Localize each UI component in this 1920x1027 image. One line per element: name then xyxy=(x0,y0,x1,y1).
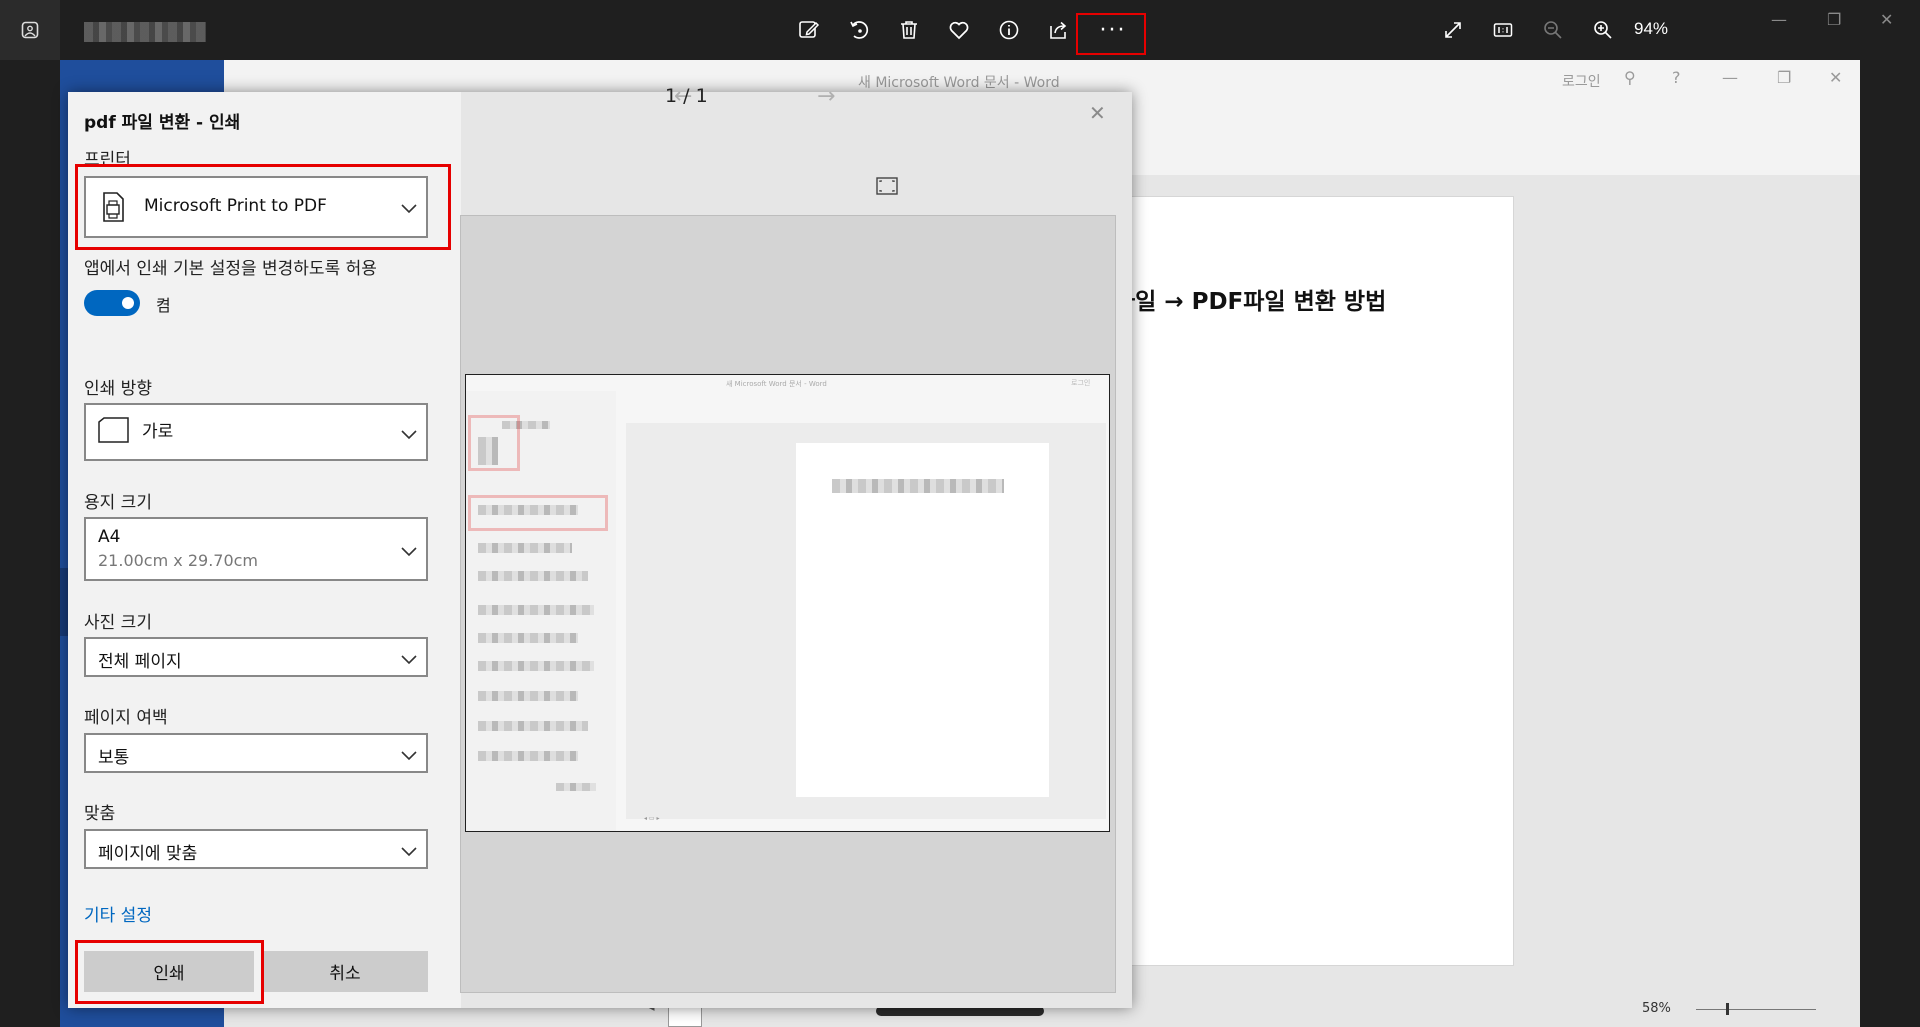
full-screen-icon[interactable] xyxy=(1437,14,1469,46)
orientation-select[interactable]: 가로 xyxy=(84,403,428,461)
preview-mini-blur xyxy=(478,605,594,615)
preview-mini-heading-blur xyxy=(832,479,1004,493)
chevron-down-icon xyxy=(401,547,417,557)
preview-page-indicator: 1 / 1 xyxy=(665,85,708,107)
delete-icon[interactable] xyxy=(893,14,925,46)
zoom-level: 94% xyxy=(1634,19,1669,38)
preview-mini-highlight xyxy=(468,495,608,531)
edit-icon[interactable] xyxy=(793,14,825,46)
word-document-heading: 파일 → PDF파일 변환 방법 xyxy=(1114,289,1387,315)
preview-next-icon[interactable]: → xyxy=(817,84,835,109)
close-icon[interactable]: ✕ xyxy=(1880,10,1893,29)
favorite-icon[interactable] xyxy=(943,14,975,46)
preview-mini-highlight xyxy=(468,415,520,471)
word-login-link[interactable]: 로그인 xyxy=(1562,71,1601,91)
zoom-in-icon[interactable] xyxy=(1587,14,1619,46)
allow-settings-toggle[interactable] xyxy=(84,290,140,316)
preview-mini-blur xyxy=(478,633,578,643)
orientation-value: 가로 xyxy=(142,422,174,442)
allow-settings-label: 앱에서 인쇄 기본 설정을 변경하도록 허용 xyxy=(84,259,377,279)
word-restore-icon[interactable]: ❐ xyxy=(1777,68,1791,87)
preview-mini-blur xyxy=(478,691,578,701)
orientation-label: 인쇄 방향 xyxy=(84,379,152,399)
paper-size-dims: 21.00cm x 29.70cm xyxy=(98,551,259,570)
photo-size-select[interactable]: 전체 페이지 xyxy=(84,637,428,677)
toggle-state-label: 켬 xyxy=(156,296,171,315)
fit-to-window-icon[interactable] xyxy=(876,177,898,195)
preview-mini-blur xyxy=(478,661,594,671)
page-margin-label: 페이지 여백 xyxy=(84,708,168,728)
print-button-highlight xyxy=(75,940,264,1004)
word-help-icon[interactable]: ? xyxy=(1672,68,1681,87)
share-icon[interactable] xyxy=(1043,14,1075,46)
fit-label: 맞춤 xyxy=(84,804,116,824)
page-margin-select[interactable]: 보통 xyxy=(84,733,428,773)
chevron-down-icon xyxy=(401,655,417,665)
dialog-title: pdf 파일 변환 - 인쇄 xyxy=(84,113,241,133)
cancel-button[interactable]: 취소 xyxy=(262,951,428,992)
preview-mini-page xyxy=(796,443,1049,797)
preview-mini-blur xyxy=(556,783,596,791)
word-zoom-handle[interactable] xyxy=(1726,1003,1729,1015)
chevron-down-icon xyxy=(401,751,417,761)
preview-sheet: 새 Microsoft Word 문서 - Word 로그인 ◂ ▭ ▸ xyxy=(465,374,1110,832)
word-coauthor-icon[interactable]: ⚲ xyxy=(1624,68,1636,87)
file-name-blurred xyxy=(84,22,206,42)
paper-size-select[interactable]: A4 21.00cm x 29.70cm xyxy=(84,517,428,581)
more-options-button[interactable]: ··· xyxy=(1096,14,1130,46)
image-icon xyxy=(21,21,39,39)
actual-size-icon[interactable] xyxy=(1487,14,1519,46)
preview-mini-blur xyxy=(478,721,588,731)
fit-select[interactable]: 페이지에 맞춤 xyxy=(84,829,428,869)
preview-mini-pager: ◂ ▭ ▸ xyxy=(644,815,660,822)
word-zoom-level: 58% xyxy=(1642,1001,1671,1016)
preview-mini-blur xyxy=(478,543,572,553)
chevron-down-icon xyxy=(401,847,417,857)
preview-mini-blur xyxy=(478,751,578,761)
chevron-down-icon xyxy=(401,430,417,440)
preview-mini-blur xyxy=(478,571,588,581)
photo-size-value: 전체 페이지 xyxy=(98,652,182,672)
preview-mini-title: 새 Microsoft Word 문서 - Word xyxy=(726,380,827,388)
page-landscape-icon xyxy=(98,417,129,443)
toggle-knob xyxy=(122,297,134,309)
printer-highlight xyxy=(75,164,451,250)
word-close-icon[interactable]: ✕ xyxy=(1829,68,1842,87)
word-zoom-slider[interactable] xyxy=(1696,1009,1816,1010)
paper-size-value: A4 xyxy=(98,527,121,547)
photos-app-icon[interactable] xyxy=(0,0,60,60)
word-minimize-icon[interactable]: — xyxy=(1722,68,1738,87)
restore-icon[interactable]: ❐ xyxy=(1827,10,1841,29)
zoom-out-icon[interactable] xyxy=(1537,14,1569,46)
word-title: 새 Microsoft Word 문서 - Word xyxy=(858,75,1060,91)
rotate-icon[interactable] xyxy=(843,14,875,46)
dialog-close-icon[interactable]: ✕ xyxy=(1089,101,1106,125)
info-icon[interactable] xyxy=(993,14,1025,46)
viewer-toolbar: ··· 94% — ❐ ✕ xyxy=(0,0,1920,60)
fit-value: 페이지에 맞춤 xyxy=(98,844,198,864)
page-margin-value: 보통 xyxy=(98,748,130,768)
viewer-right-margin xyxy=(1860,60,1920,1027)
paper-size-label: 용지 크기 xyxy=(84,493,152,513)
photo-size-label: 사진 크기 xyxy=(84,613,152,633)
more-settings-link[interactable]: 기타 설정 xyxy=(84,901,152,926)
preview-mini-login: 로그인 xyxy=(1071,379,1091,387)
minimize-icon[interactable]: — xyxy=(1771,10,1787,29)
